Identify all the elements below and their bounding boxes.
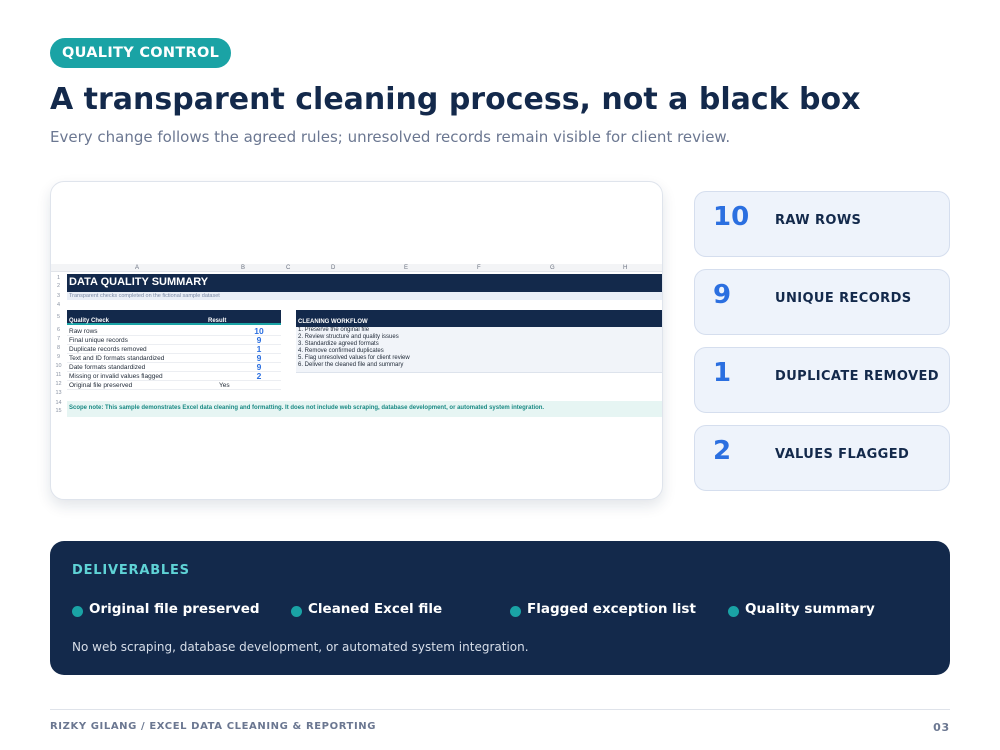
footer-credit: RIZKY GILANG / EXCEL DATA CLEANING & REP… [50, 721, 377, 732]
check-label: Raw rows [69, 328, 98, 335]
column-header: G [550, 265, 555, 271]
quality-check-header: Quality Check [69, 318, 110, 324]
table-row: Raw rows 10 [67, 327, 281, 336]
workflow-header-row: CLEANING WORKFLOW [296, 310, 662, 327]
row-number: 4 [56, 302, 61, 308]
result-header: Result [208, 318, 227, 324]
column-header-row: A B C D E F G H [51, 264, 662, 272]
sheet-title-banner: DATA QUALITY SUMMARY [67, 274, 662, 292]
row-number: 15 [55, 408, 62, 414]
column-header: H [623, 265, 628, 271]
stat-label: DUPLICATE REMOVED [775, 369, 939, 384]
stat-card-values-flagged: 2 VALUES FLAGGED [694, 425, 950, 491]
stat-value: 10 [713, 202, 750, 232]
check-label: Missing or invalid values flagged [69, 373, 163, 380]
row-number: 7 [56, 336, 61, 342]
workflow-step: 1. Preserve the original file [298, 327, 370, 333]
column-header: F [477, 265, 481, 271]
row-number: 1 [56, 275, 61, 281]
stat-card-unique-records: 9 UNIQUE RECORDS [694, 269, 950, 335]
check-result: 2 [256, 371, 262, 381]
row-number: 9 [56, 354, 61, 360]
bullet-dot-icon [291, 606, 302, 617]
row-number: 11 [55, 372, 62, 378]
row-number: 14 [55, 400, 62, 406]
row-number: 12 [55, 381, 62, 387]
workflow-header: CLEANING WORKFLOW [298, 319, 368, 325]
page-number: 03 [933, 721, 950, 734]
stat-value: 1 [713, 358, 732, 388]
check-label: Date formats standardized [69, 364, 146, 371]
bullet-dot-icon [728, 606, 739, 617]
stat-value: 9 [713, 280, 732, 310]
row-number: 10 [55, 363, 62, 369]
deliverables-heading: DELIVERABLES [72, 563, 190, 578]
stat-label: UNIQUE RECORDS [775, 291, 912, 306]
bullet-dot-icon [72, 606, 83, 617]
column-header: B [241, 265, 246, 271]
page-title: A transparent cleaning process, not a bl… [50, 82, 861, 117]
spreadsheet-screenshot: A B C D E F G H 1 2 3 4 5 6 7 8 9 10 11 … [50, 181, 663, 500]
table-row: Final unique records 9 [67, 336, 281, 345]
deliverable-item: Flagged exception list [510, 601, 696, 617]
deliverable-label: Quality summary [745, 601, 875, 617]
deliverable-label: Original file preserved [89, 601, 260, 617]
workflow-step: 4. Remove confirmed duplicates [298, 348, 384, 354]
row-number: 3 [56, 293, 61, 299]
bullet-dot-icon [510, 606, 521, 617]
row-number: 5 [56, 314, 61, 320]
deliverable-item: Quality summary [728, 601, 875, 617]
stat-label: RAW ROWS [775, 213, 862, 228]
table-row: Missing or invalid values flagged 2 [67, 372, 281, 381]
row-number: 2 [56, 283, 61, 289]
stat-label: VALUES FLAGGED [775, 447, 910, 462]
workflow-list: 1. Preserve the original file 2. Review … [296, 327, 662, 373]
scope-note: Scope note: This sample demonstrates Exc… [69, 405, 545, 411]
deliverables-note: No web scraping, database development, o… [72, 640, 529, 654]
table-row: Original file preserved Yes [67, 381, 281, 390]
check-label: Final unique records [69, 337, 128, 344]
footer-divider [50, 709, 950, 710]
column-header: C [286, 265, 291, 271]
check-label: Duplicate records removed [69, 346, 147, 353]
check-label: Text and ID formats standardized [69, 355, 165, 362]
workflow-step: 3. Standardize agreed formats [298, 341, 379, 347]
workflow-step: 5. Flag unresolved values for client rev… [298, 355, 410, 361]
deliverable-label: Flagged exception list [527, 601, 696, 617]
sheet-tagline: Transparent checks completed on the fict… [69, 293, 220, 299]
column-header: A [135, 265, 140, 271]
workflow-step: 6. Deliver the cleaned file and summary [298, 362, 404, 368]
workflow-step: 2. Review structure and quality issues [298, 334, 399, 340]
table-row: Duplicate records removed 1 [67, 345, 281, 354]
row-number: 6 [56, 327, 61, 333]
row-number: 8 [56, 345, 61, 351]
column-header: E [404, 265, 409, 271]
spreadsheet: A B C D E F G H 1 2 3 4 5 6 7 8 9 10 11 … [51, 264, 662, 418]
check-result: Yes [219, 382, 230, 389]
scope-note-row: Scope note: This sample demonstrates Exc… [67, 401, 662, 417]
deliverables-panel: DELIVERABLES Original file preserved Cle… [50, 541, 950, 675]
stat-card-duplicate-removed: 1 DUPLICATE REMOVED [694, 347, 950, 413]
quality-table-header: Quality Check Result [67, 310, 281, 325]
stat-card-raw-rows: 10 RAW ROWS [694, 191, 950, 257]
deliverable-item: Cleaned Excel file [291, 601, 442, 617]
table-row: Date formats standardized 9 [67, 363, 281, 372]
stat-value: 2 [713, 436, 732, 466]
deliverable-item: Original file preserved [72, 601, 260, 617]
sheet-title: DATA QUALITY SUMMARY [69, 276, 209, 288]
sheet-tagline-row: Transparent checks completed on the fict… [67, 292, 662, 300]
row-number: 13 [55, 390, 62, 396]
table-row: Text and ID formats standardized 9 [67, 354, 281, 363]
page-subtitle: Every change follows the agreed rules; u… [50, 128, 731, 146]
check-label: Original file preserved [69, 382, 133, 389]
deliverable-label: Cleaned Excel file [308, 601, 443, 617]
section-pill: QUALITY CONTROL [50, 38, 232, 68]
column-header: D [331, 265, 336, 271]
